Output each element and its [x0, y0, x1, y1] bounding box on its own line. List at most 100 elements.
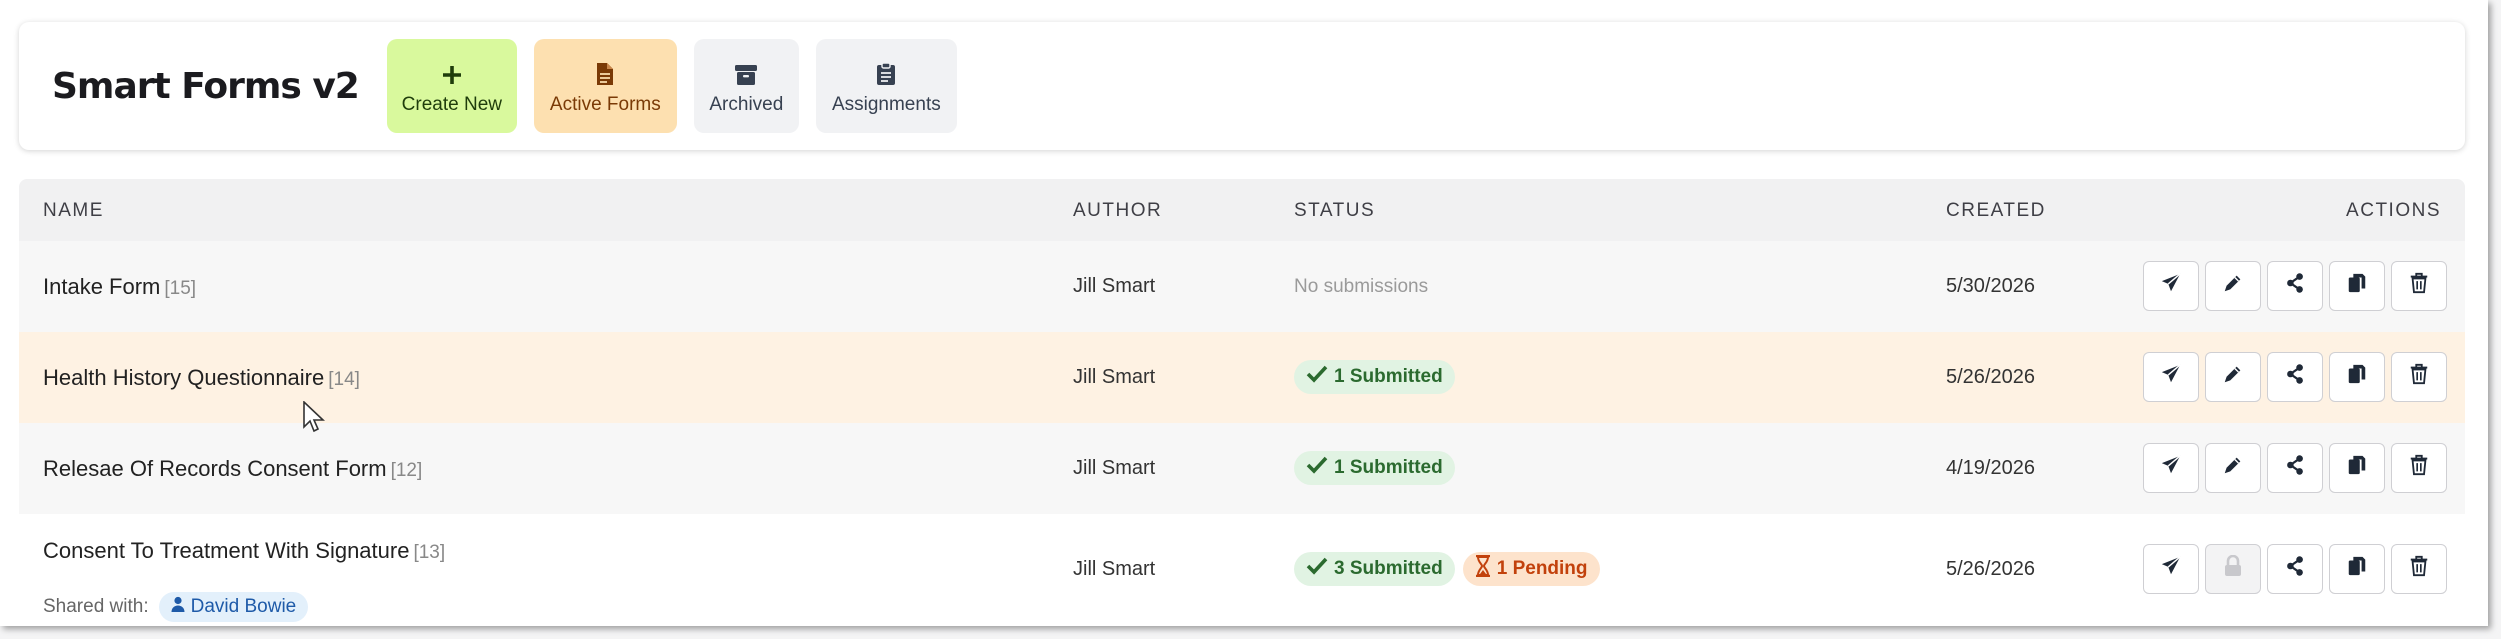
submitted-badge: 1 Submitted: [1294, 451, 1455, 485]
edit-button[interactable]: [2205, 352, 2261, 402]
row-actions: [2143, 443, 2447, 493]
row-actions: [2143, 261, 2447, 311]
form-title: Health History Questionnaire: [43, 365, 325, 390]
delete-button[interactable]: [2391, 544, 2447, 594]
delete-icon: [2408, 363, 2430, 391]
status: 3 Submitted 1 Pending: [1294, 552, 1600, 586]
edit-icon: [2222, 454, 2244, 482]
column-header-actions: ACTIONS: [2346, 200, 2441, 221]
edit-icon: [2222, 272, 2244, 300]
author: Jill Smart: [1073, 558, 1156, 580]
top-toolbar: Smart Forms v2 Create New Active Forms A…: [19, 22, 2465, 150]
form-title: Relesae Of Records Consent Form: [43, 456, 387, 481]
form-name[interactable]: Relesae Of Records Consent Form [12]: [43, 456, 422, 482]
copy-button[interactable]: [2329, 544, 2385, 594]
created-date: 5/26/2026: [1946, 558, 2035, 580]
status: 1 Submitted: [1294, 451, 1455, 485]
author: Jill Smart: [1073, 275, 1156, 297]
archived-button[interactable]: Archived: [693, 39, 799, 133]
author: Jill Smart: [1073, 457, 1156, 479]
send-icon: [2160, 454, 2182, 482]
form-count: [13]: [413, 542, 446, 563]
share-button[interactable]: [2267, 261, 2323, 311]
form-name[interactable]: Health History Questionnaire [14]: [43, 365, 360, 391]
edit-button[interactable]: [2205, 261, 2261, 311]
delete-button[interactable]: [2391, 352, 2447, 402]
column-header-created[interactable]: CREATED: [1946, 200, 2046, 222]
send-button[interactable]: [2143, 261, 2199, 311]
shared-with: Shared with: David Bowie: [43, 592, 309, 622]
user-icon: [171, 596, 185, 618]
send-button[interactable]: [2143, 544, 2199, 594]
copy-icon: [2346, 272, 2368, 300]
share-icon: [2284, 555, 2306, 583]
status-text: No submissions: [1294, 276, 1429, 297]
share-icon: [2284, 454, 2306, 482]
form-title: Consent To Treatment With Signature: [43, 538, 410, 563]
edit-button[interactable]: [2205, 443, 2261, 493]
form-name[interactable]: Consent To Treatment With Signature [13]: [43, 538, 445, 564]
status: 1 Submitted: [1294, 360, 1455, 394]
send-button[interactable]: [2143, 352, 2199, 402]
delete-icon: [2408, 454, 2430, 482]
table-header: NAME AUTHOR STATUS CREATED ACTIONS: [19, 179, 2465, 241]
form-count: [15]: [164, 278, 197, 299]
column-header-author[interactable]: AUTHOR: [1073, 200, 1162, 222]
created-date: 4/19/2026: [1946, 457, 2035, 479]
delete-button[interactable]: [2391, 443, 2447, 493]
check-icon: [1306, 556, 1328, 582]
edit-icon: [2222, 363, 2244, 391]
share-button[interactable]: [2267, 544, 2323, 594]
submitted-count: 1 Submitted: [1334, 457, 1443, 478]
copy-button[interactable]: [2329, 261, 2385, 311]
assignments-label: Assignments: [831, 94, 941, 115]
copy-button[interactable]: [2329, 352, 2385, 402]
forms-table: NAME AUTHOR STATUS CREATED ACTIONS Intak…: [19, 179, 2465, 624]
row-actions: [2143, 544, 2447, 594]
share-icon: [2284, 272, 2306, 300]
pending-badge: 1 Pending: [1462, 552, 1600, 586]
create-new-button[interactable]: Create New: [386, 39, 517, 133]
shared-user-name: David Bowie: [190, 596, 297, 617]
delete-icon: [2408, 272, 2430, 300]
author: Jill Smart: [1073, 366, 1156, 388]
active-forms-button[interactable]: Active Forms: [533, 39, 677, 133]
form-count: [12]: [390, 460, 423, 481]
submitted-count: 1 Submitted: [1334, 366, 1443, 387]
send-icon: [2160, 272, 2182, 300]
column-header-status[interactable]: STATUS: [1294, 200, 1375, 222]
active-forms-label: Active Forms: [549, 94, 661, 115]
form-name[interactable]: Intake Form [15]: [43, 274, 196, 300]
archived-label: Archived: [709, 94, 784, 115]
submitted-count: 3 Submitted: [1334, 558, 1443, 579]
lock-icon: [2223, 554, 2243, 583]
copy-button[interactable]: [2329, 443, 2385, 493]
table-row[interactable]: Intake Form [15] Jill Smart No submission…: [19, 241, 2465, 332]
form-title: Intake Form: [43, 274, 161, 299]
send-icon: [2160, 363, 2182, 391]
delete-button[interactable]: [2391, 261, 2447, 311]
assignments-button[interactable]: Assignments: [815, 39, 957, 133]
copy-icon: [2346, 363, 2368, 391]
send-button[interactable]: [2143, 443, 2199, 493]
check-icon: [1306, 364, 1328, 390]
table-row[interactable]: Consent To Treatment With Signature [13] …: [19, 514, 2465, 624]
create-new-label: Create New: [401, 94, 502, 115]
shared-user-chip[interactable]: David Bowie: [158, 592, 309, 622]
submitted-badge: 3 Submitted: [1294, 552, 1455, 586]
share-icon: [2284, 363, 2306, 391]
archive-icon: [734, 56, 758, 86]
created-date: 5/26/2026: [1946, 366, 2035, 388]
check-icon: [1306, 455, 1328, 481]
shared-with-label: Shared with:: [43, 596, 149, 617]
file-icon: [596, 56, 614, 86]
mouse-cursor-icon: [303, 400, 326, 438]
share-button[interactable]: [2267, 443, 2323, 493]
share-button[interactable]: [2267, 352, 2323, 402]
pending-count: 1 Pending: [1496, 558, 1588, 579]
table-row[interactable]: Health History Questionnaire [14] Jill Sm…: [19, 332, 2465, 423]
table-row[interactable]: Relesae Of Records Consent Form [12] Jill…: [19, 423, 2465, 514]
hourglass-icon: [1475, 554, 1491, 583]
edit-locked-button: [2205, 544, 2261, 594]
column-header-name[interactable]: NAME: [43, 200, 104, 222]
